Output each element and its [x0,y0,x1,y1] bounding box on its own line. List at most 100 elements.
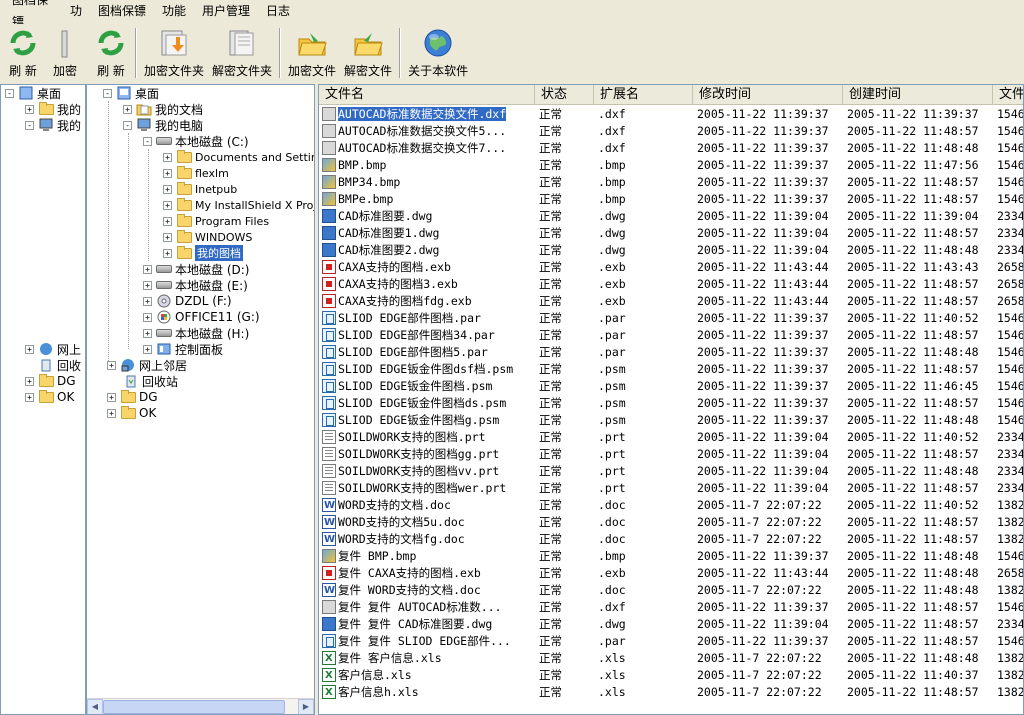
tree-node-my-docs[interactable]: + 我的文档 [123,101,203,117]
file-row[interactable]: WORD支持的文档fg.doc 正常 .doc 2005-11-7 22:07:22 2… [319,531,1023,548]
column-header-status[interactable]: 状态 [535,85,594,105]
file-row[interactable]: CAD标准图要1.dwg 正常 .dwg 2005-11-22 11:39:04 200… [319,225,1023,242]
tree-node-my-computer[interactable]: - 我的电脑 [123,117,203,133]
expand-icon[interactable]: + [107,360,116,370]
tree-node-folder[interactable]: + Inetpub [163,181,237,197]
file-row[interactable]: SLIOD EDGE部件图档5.par 正常 .par 2005-11-22 11:3… [319,344,1023,361]
menu-file[interactable]: 图档保镖 [90,0,154,22]
file-row[interactable]: BMPe.bmp 正常 .bmp 2005-11-22 11:39:37 2005-11… [319,191,1023,208]
file-row[interactable]: BMP34.bmp 正常 .bmp 2005-11-22 11:39:37 2005-1… [319,174,1023,191]
tree-node-dg[interactable]: + DG [103,389,158,405]
column-header-created[interactable]: 创建时间 [843,85,993,105]
file-row[interactable]: AUTOCAD标准数据交换文件7... 正常 .dxf 2005-11-22 11:3… [319,140,1023,157]
scrollbar-thumb[interactable] [103,700,285,714]
bg-tree-node[interactable]: - 我的 [25,117,81,133]
file-row[interactable]: 复件 复件 CAD标准图要.dwg 正常 .dwg 2005-11-22 11:39:… [319,616,1023,633]
file-row[interactable]: 复件 CAXA支持的图档.exb 正常 .exb 2005-11-22 11:43:4… [319,565,1023,582]
tree-node-ok[interactable]: + OK [103,405,156,421]
tree-node-folder[interactable]: + WINDOWS [163,229,252,245]
file-row[interactable]: AUTOCAD标准数据交换文件5... 正常 .dxf 2005-11-22 11:3… [319,123,1023,140]
file-row[interactable]: SOILDWORK支持的图档wer.prt 正常 .prt 2005-11-22 11… [319,480,1023,497]
bg-tree-node[interactable]: + 网上 [25,341,81,357]
encrypt-folder-button[interactable]: 加密文件夹 [140,24,208,82]
file-row[interactable]: AUTOCAD标准数据交换文件.dxf 正常 .dxf 2005-11-22 11:3… [319,106,1023,123]
bg-tree-node[interactable]: + DG [25,373,76,389]
file-row[interactable]: CAD标准图要.dwg 正常 .dwg 2005-11-22 11:39:04 2005… [319,208,1023,225]
expand-icon[interactable]: + [163,216,172,226]
menu-function[interactable]: 功能 [154,0,194,22]
file-row[interactable]: SLIOD EDGE钣金件图dsf档.psm 正常 .psm 2005-11-22 1… [319,361,1023,378]
expand-icon[interactable]: + [107,408,116,418]
tree-node-drive-e[interactable]: + 本地磁盘 (E:) [123,277,248,293]
tree-node-control-panel[interactable]: + 控制面板 [123,341,223,357]
tree-node-drive-g[interactable]: + OFFICE11 (G:) [123,309,260,325]
collapse-icon[interactable]: - [103,88,112,98]
expand-icon[interactable]: + [163,232,172,242]
tree-node-drive-h[interactable]: + 本地磁盘 (H:) [123,325,249,341]
tree-node-drive-f[interactable]: + DZDL (F:) [123,293,232,309]
expand-icon[interactable]: + [143,344,152,354]
menu-user-management[interactable]: 用户管理 [194,0,258,22]
file-row[interactable]: SOILDWORK支持的图档gg.prt 正常 .prt 2005-11-22 11:… [319,446,1023,463]
column-header-size[interactable]: 文件 [993,85,1023,105]
file-row[interactable]: SLIOD EDGE钣金件图档ds.psm 正常 .psm 2005-11-22 11… [319,395,1023,412]
file-row[interactable]: 复件 复件 AUTOCAD标准数... 正常 .dxf 2005-11-22 11:3… [319,599,1023,616]
tree-node-folder[interactable]: + My InstallShield X Projects [163,197,314,213]
scroll-right-arrow-icon[interactable]: ▶ [298,699,314,714]
file-row[interactable]: 客户信息.xls 正常 .xls 2005-11-7 22:07:22 2005-11-… [319,667,1023,684]
expand-icon[interactable]: + [163,184,172,194]
file-row[interactable]: WORD支持的文档5u.doc 正常 .doc 2005-11-7 22:07:22 2… [319,514,1023,531]
expand-icon[interactable]: + [143,264,152,274]
tree-node-folder[interactable]: + Program Files [163,213,269,229]
bg-menu-item[interactable]: 功 [62,0,90,22]
bg-encrypt-button[interactable]: 加密 [44,24,86,82]
tree-node-folder[interactable]: + flexlm [163,165,229,181]
file-row[interactable]: SOILDWORK支持的图档vv.prt 正常 .prt 2005-11-22 11:… [319,463,1023,480]
menu-log[interactable]: 日志 [258,0,298,22]
expand-icon[interactable]: + [163,152,172,162]
decrypt-file-button[interactable]: 解密文件 [340,24,396,82]
encrypt-file-button[interactable]: 加密文件 [284,24,340,82]
collapse-icon[interactable]: - [123,120,132,130]
expand-icon[interactable]: + [107,392,116,402]
file-row[interactable]: CAXA支持的图档3.exb 正常 .exb 2005-11-22 11:43:44 2… [319,276,1023,293]
column-header-extension[interactable]: 扩展名 [594,85,693,105]
tree-node-drive-c[interactable]: - 本地磁盘 (C:) [143,133,249,149]
column-header-modified[interactable]: 修改时间 [693,85,843,105]
file-row[interactable]: BMP.bmp 正常 .bmp 2005-11-22 11:39:37 2005-11-… [319,157,1023,174]
expand-icon[interactable]: + [143,296,152,306]
expand-icon[interactable]: + [163,200,172,210]
about-button[interactable]: 关于本软件 [404,24,472,82]
file-row[interactable]: 客户信息h.xls 正常 .xls 2005-11-7 22:07:22 2005-11… [319,684,1023,701]
file-row[interactable]: 复件 WORD支持的文档.doc 正常 .doc 2005-11-7 22:07:22… [319,582,1023,599]
file-row[interactable]: 复件 BMP.bmp 正常 .bmp 2005-11-22 11:39:37 2005-… [319,548,1023,565]
expand-icon[interactable]: + [143,280,152,290]
file-row[interactable]: 复件 客户信息.xls 正常 .xls 2005-11-7 22:07:22 2005-… [319,650,1023,667]
decrypt-folder-button[interactable]: 解密文件夹 [208,24,276,82]
bg-tree-node[interactable]: + OK [25,389,74,405]
tree-node-network[interactable]: + 网上邻居 [103,357,187,373]
tree-node-folder[interactable]: + Documents and Settings [163,149,314,165]
bg-tree-node[interactable]: + 我的 [25,101,81,117]
tree-node-drive-d[interactable]: + 本地磁盘 (D:) [123,261,249,277]
file-row[interactable]: WORD支持的文档.doc 正常 .doc 2005-11-7 22:07:22 200… [319,497,1023,514]
file-row[interactable]: SLIOD EDGE部件图档34.par 正常 .par 2005-11-22 11:… [319,327,1023,344]
file-row[interactable]: SLIOD EDGE部件图档.par 正常 .par 2005-11-22 11:39… [319,310,1023,327]
expand-icon[interactable]: + [143,312,152,322]
file-row[interactable]: SLIOD EDGE钣金件图档g.psm 正常 .psm 2005-11-22 11:… [319,412,1023,429]
scroll-left-arrow-icon[interactable]: ◀ [87,699,103,714]
tree-node-desktop[interactable]: - 桌面 [103,85,159,101]
file-row[interactable]: 复件 复件 SLIOD EDGE部件... 正常 .par 2005-11-22 11… [319,633,1023,650]
bg-tree-node[interactable]: 回收 [25,357,81,373]
column-header-filename[interactable]: 文件名 [319,85,535,105]
bg-tree-node[interactable]: - 桌面 [5,85,61,101]
expand-icon[interactable]: + [123,104,132,114]
file-row[interactable]: CAXA支持的图档.exb 正常 .exb 2005-11-22 11:43:44 20… [319,259,1023,276]
tree-horizontal-scrollbar[interactable]: ◀ ▶ [87,698,314,714]
file-row[interactable]: SLIOD EDGE钣金件图档.psm 正常 .psm 2005-11-22 11:3… [319,378,1023,395]
tree-node-my-drawings[interactable]: + 我的图档 [163,245,243,261]
file-row[interactable]: CAD标准图要2.dwg 正常 .dwg 2005-11-22 11:39:04 200… [319,242,1023,259]
collapse-icon[interactable]: - [143,136,152,146]
file-row[interactable]: CAXA支持的图档fdg.exb 正常 .exb 2005-11-22 11:43:4… [319,293,1023,310]
tree-node-recycle-bin[interactable]: 回收站 [123,373,178,389]
